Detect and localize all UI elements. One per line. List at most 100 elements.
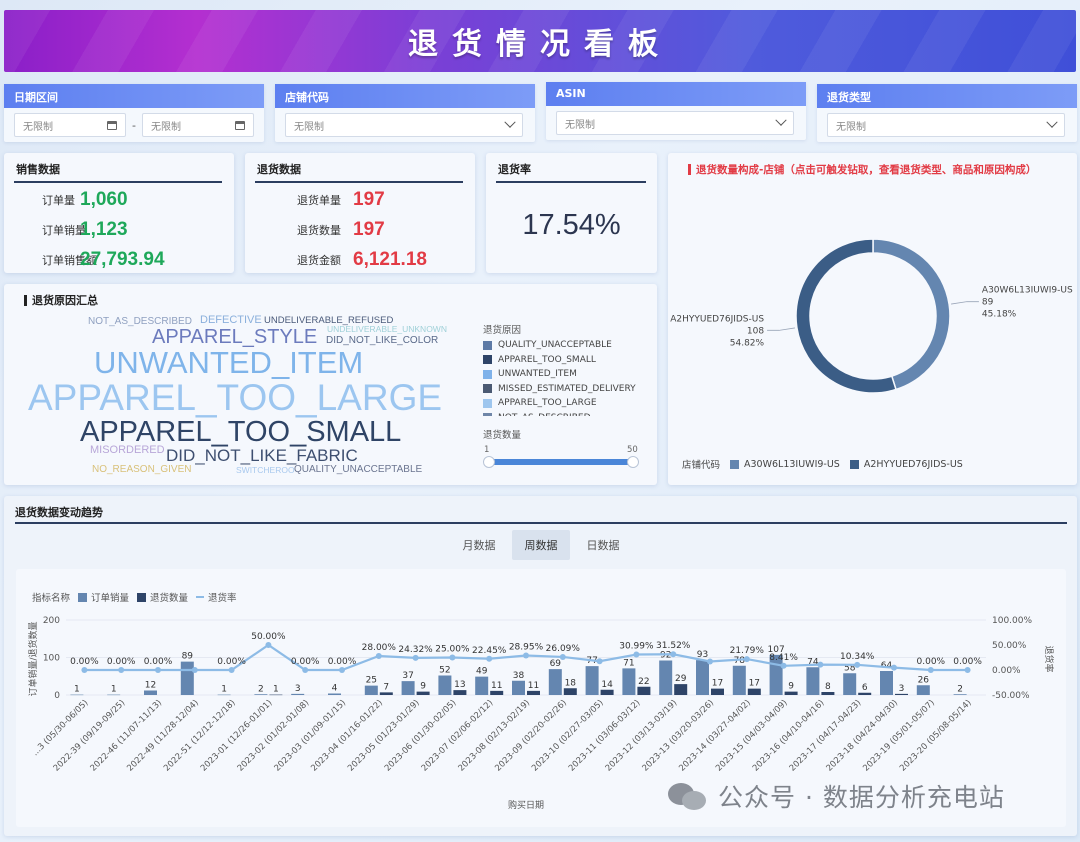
- bar-order-qty[interactable]: [291, 693, 305, 695]
- reason-word[interactable]: APPAREL_STYLE: [152, 327, 317, 347]
- trend-legend-item[interactable]: 退货率: [196, 590, 237, 604]
- bar-order-qty[interactable]: [401, 681, 415, 695]
- rate-point[interactable]: [523, 652, 529, 659]
- reason-word[interactable]: DEFECTIVE: [200, 315, 262, 326]
- rate-point[interactable]: [228, 667, 235, 673]
- rate-point[interactable]: [375, 653, 382, 659]
- reason-word[interactable]: SWITCHEROO: [236, 466, 295, 475]
- bar-return-qty[interactable]: [711, 688, 724, 695]
- bar-return-qty[interactable]: [416, 691, 430, 695]
- bar-return-qty[interactable]: [895, 693, 908, 695]
- rate-point[interactable]: [265, 642, 272, 648]
- bar-order-qty[interactable]: [622, 668, 636, 695]
- rate-point[interactable]: [339, 667, 345, 673]
- tab-day[interactable]: 日数据: [574, 530, 632, 560]
- bar-order-qty[interactable]: [806, 667, 820, 695]
- bar-order-qty[interactable]: [732, 665, 746, 695]
- bar-order-qty[interactable]: [180, 661, 194, 695]
- rate-point[interactable]: [412, 654, 419, 661]
- bar-order-qty[interactable]: [70, 694, 84, 696]
- bar-order-qty[interactable]: [880, 671, 893, 695]
- slider-handle-min[interactable]: [483, 456, 495, 468]
- bar-return-qty[interactable]: [563, 688, 577, 695]
- bar-order-qty[interactable]: [843, 673, 857, 695]
- rate-point[interactable]: [191, 667, 198, 673]
- bar-order-qty[interactable]: [696, 660, 709, 695]
- reason-legend-item[interactable]: NOT_AS_DESCRIBED: [483, 411, 653, 416]
- store-select[interactable]: 无限制: [285, 113, 523, 137]
- rate-point[interactable]: [743, 656, 750, 663]
- donut-chart[interactable]: A30W6L13IUWI9-US 89 45.18% A2HYYUED76JIDS-U…: [668, 173, 1077, 473]
- donut-slice[interactable]: [795, 238, 897, 394]
- bar-order-qty[interactable]: [953, 694, 967, 695]
- rate-point[interactable]: [854, 661, 861, 668]
- bar-return-qty[interactable]: [858, 692, 872, 695]
- rate-point[interactable]: [964, 667, 971, 673]
- rate-point[interactable]: [927, 667, 934, 673]
- asin-select[interactable]: 无限制: [556, 111, 794, 135]
- reason-word[interactable]: MISORDERED: [90, 445, 165, 456]
- date-end-input[interactable]: 无限制: [141, 113, 254, 137]
- reason-legend-item[interactable]: APPAREL_TOO_LARGE: [483, 396, 653, 411]
- bar-order-qty[interactable]: [438, 675, 452, 696]
- reason-word[interactable]: UNDELIVERABLE_UNKNOWN: [327, 325, 447, 334]
- reason-word[interactable]: DID_NOT_LIKE_FABRIC: [166, 447, 358, 464]
- tab-week[interactable]: 周数据: [512, 530, 570, 560]
- bar-order-qty[interactable]: [107, 694, 121, 696]
- rate-point[interactable]: [559, 653, 566, 660]
- slider-track[interactable]: [488, 459, 634, 465]
- trend-legend-item[interactable]: 退货数量: [137, 590, 188, 604]
- reason-legend-item[interactable]: MISSED_ESTIMATED_DELIVERY: [483, 382, 653, 397]
- reason-word[interactable]: APPAREL_TOO_SMALL: [80, 418, 401, 447]
- bar-return-qty[interactable]: [637, 686, 651, 695]
- trend-legend-item[interactable]: 订单销量: [78, 590, 129, 604]
- bar-return-qty[interactable]: [600, 689, 614, 695]
- bar-order-qty[interactable]: [916, 685, 930, 695]
- bar-return-qty[interactable]: [269, 694, 283, 696]
- bar-return-qty[interactable]: [674, 684, 688, 695]
- donut-legend-item[interactable]: A30W6L13IUWI9-US: [730, 459, 840, 470]
- bar-order-qty[interactable]: [217, 694, 231, 696]
- bar-order-qty[interactable]: [659, 660, 673, 696]
- bar-order-qty[interactable]: [328, 693, 341, 696]
- reason-word[interactable]: APPAREL_TOO_LARGE: [28, 379, 442, 416]
- bar-return-qty[interactable]: [453, 690, 467, 695]
- bar-return-qty[interactable]: [527, 690, 540, 695]
- rate-point[interactable]: [155, 667, 161, 673]
- bar-order-qty[interactable]: [144, 690, 157, 696]
- reason-word[interactable]: QUALITY_UNACCEPTABLE: [294, 465, 422, 475]
- rate-point[interactable]: [118, 667, 125, 673]
- bar-order-qty[interactable]: [585, 666, 599, 695]
- donut-legend-item[interactable]: A2HYYUED76JIDS-US: [849, 459, 963, 470]
- bar-order-qty[interactable]: [364, 685, 378, 695]
- rate-point[interactable]: [486, 655, 493, 662]
- bar-return-qty[interactable]: [747, 688, 761, 695]
- rate-point[interactable]: [707, 658, 713, 665]
- rate-point[interactable]: [817, 661, 824, 668]
- reason-word[interactable]: UNWANTED_ITEM: [94, 347, 363, 378]
- tab-month[interactable]: 月数据: [450, 530, 508, 560]
- reason-legend-item[interactable]: APPAREL_TOO_SMALL: [483, 353, 653, 368]
- reason-legend-item[interactable]: UNWANTED_ITEM: [483, 367, 653, 382]
- return-type-select[interactable]: 无限制: [827, 113, 1065, 137]
- reason-legend-item[interactable]: QUALITY_UNACCEPTABLE: [483, 338, 653, 353]
- rate-point[interactable]: [891, 664, 897, 671]
- rate-point[interactable]: [449, 654, 456, 661]
- bar-order-qty[interactable]: [512, 680, 525, 695]
- rate-point[interactable]: [302, 667, 309, 673]
- bar-order-qty[interactable]: [254, 694, 268, 695]
- rate-point[interactable]: [596, 658, 603, 665]
- bar-return-qty[interactable]: [821, 692, 835, 695]
- donut-slice[interactable]: [872, 238, 951, 391]
- bar-return-qty[interactable]: [379, 692, 393, 695]
- bar-return-qty[interactable]: [490, 690, 504, 695]
- rate-point[interactable]: [633, 651, 640, 658]
- rate-point[interactable]: [670, 651, 677, 658]
- rate-point[interactable]: [780, 662, 787, 669]
- rate-point[interactable]: [81, 667, 88, 673]
- bar-order-qty[interactable]: [548, 669, 562, 695]
- bar-return-qty[interactable]: [784, 691, 798, 695]
- bar-order-qty[interactable]: [475, 676, 489, 695]
- slider-handle-max[interactable]: [627, 456, 639, 468]
- date-start-input[interactable]: 无限制: [14, 113, 126, 137]
